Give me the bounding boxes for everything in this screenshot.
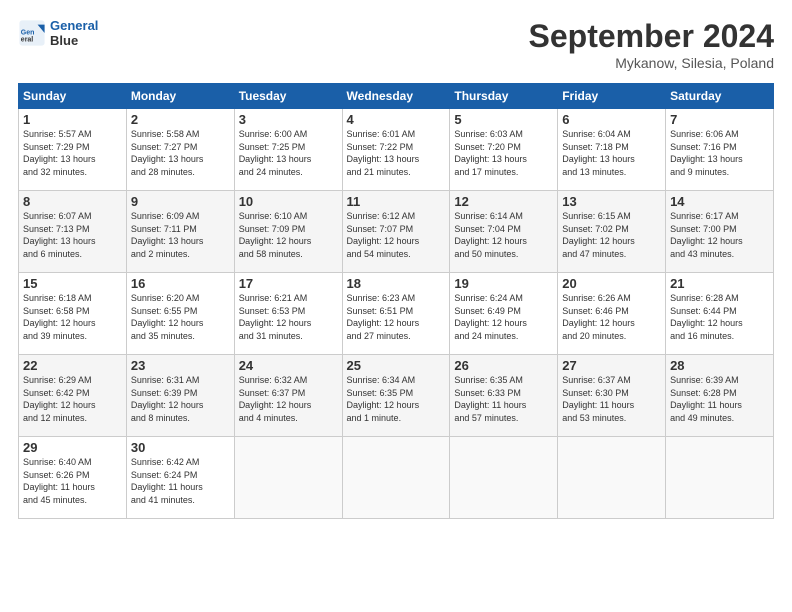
logo: Gen eral General Blue <box>18 18 98 48</box>
col-sunday: Sunday <box>19 84 127 109</box>
table-row: 20Sunrise: 6:26 AMSunset: 6:46 PMDayligh… <box>558 273 666 355</box>
table-row: 3Sunrise: 6:00 AMSunset: 7:25 PMDaylight… <box>234 109 342 191</box>
table-row: 30Sunrise: 6:42 AMSunset: 6:24 PMDayligh… <box>126 437 234 519</box>
table-row: 26Sunrise: 6:35 AMSunset: 6:33 PMDayligh… <box>450 355 558 437</box>
col-monday: Monday <box>126 84 234 109</box>
table-row: 13Sunrise: 6:15 AMSunset: 7:02 PMDayligh… <box>558 191 666 273</box>
table-row: 14Sunrise: 6:17 AMSunset: 7:00 PMDayligh… <box>666 191 774 273</box>
table-row: 24Sunrise: 6:32 AMSunset: 6:37 PMDayligh… <box>234 355 342 437</box>
table-row: 9Sunrise: 6:09 AMSunset: 7:11 PMDaylight… <box>126 191 234 273</box>
logo-text: General Blue <box>50 18 98 48</box>
table-row <box>666 437 774 519</box>
header-row: Sunday Monday Tuesday Wednesday Thursday… <box>19 84 774 109</box>
title-block: September 2024 Mykanow, Silesia, Poland <box>529 18 774 71</box>
table-row: 28Sunrise: 6:39 AMSunset: 6:28 PMDayligh… <box>666 355 774 437</box>
table-row: 2Sunrise: 5:58 AMSunset: 7:27 PMDaylight… <box>126 109 234 191</box>
col-tuesday: Tuesday <box>234 84 342 109</box>
table-row: 27Sunrise: 6:37 AMSunset: 6:30 PMDayligh… <box>558 355 666 437</box>
table-row: 25Sunrise: 6:34 AMSunset: 6:35 PMDayligh… <box>342 355 450 437</box>
table-row: 21Sunrise: 6:28 AMSunset: 6:44 PMDayligh… <box>666 273 774 355</box>
table-row: 15Sunrise: 6:18 AMSunset: 6:58 PMDayligh… <box>19 273 127 355</box>
table-row <box>342 437 450 519</box>
table-row: 16Sunrise: 6:20 AMSunset: 6:55 PMDayligh… <box>126 273 234 355</box>
table-row: 22Sunrise: 6:29 AMSunset: 6:42 PMDayligh… <box>19 355 127 437</box>
table-row: 7Sunrise: 6:06 AMSunset: 7:16 PMDaylight… <box>666 109 774 191</box>
header: Gen eral General Blue September 2024 Myk… <box>18 18 774 71</box>
table-row: 18Sunrise: 6:23 AMSunset: 6:51 PMDayligh… <box>342 273 450 355</box>
table-row: 5Sunrise: 6:03 AMSunset: 7:20 PMDaylight… <box>450 109 558 191</box>
col-friday: Friday <box>558 84 666 109</box>
table-row: 23Sunrise: 6:31 AMSunset: 6:39 PMDayligh… <box>126 355 234 437</box>
table-row: 29Sunrise: 6:40 AMSunset: 6:26 PMDayligh… <box>19 437 127 519</box>
table-row: 10Sunrise: 6:10 AMSunset: 7:09 PMDayligh… <box>234 191 342 273</box>
col-thursday: Thursday <box>450 84 558 109</box>
col-wednesday: Wednesday <box>342 84 450 109</box>
logo-icon: Gen eral <box>18 19 46 47</box>
svg-text:eral: eral <box>21 36 34 43</box>
table-row: 19Sunrise: 6:24 AMSunset: 6:49 PMDayligh… <box>450 273 558 355</box>
table-row <box>234 437 342 519</box>
month-title: September 2024 <box>529 18 774 55</box>
col-saturday: Saturday <box>666 84 774 109</box>
svg-text:Gen: Gen <box>21 29 35 36</box>
table-row: 11Sunrise: 6:12 AMSunset: 7:07 PMDayligh… <box>342 191 450 273</box>
table-row: 8Sunrise: 6:07 AMSunset: 7:13 PMDaylight… <box>19 191 127 273</box>
table-row: 6Sunrise: 6:04 AMSunset: 7:18 PMDaylight… <box>558 109 666 191</box>
table-row: 12Sunrise: 6:14 AMSunset: 7:04 PMDayligh… <box>450 191 558 273</box>
table-row <box>558 437 666 519</box>
table-row <box>450 437 558 519</box>
location-subtitle: Mykanow, Silesia, Poland <box>529 55 774 71</box>
table-row: 17Sunrise: 6:21 AMSunset: 6:53 PMDayligh… <box>234 273 342 355</box>
table-row: 1Sunrise: 5:57 AMSunset: 7:29 PMDaylight… <box>19 109 127 191</box>
calendar-table: Sunday Monday Tuesday Wednesday Thursday… <box>18 83 774 519</box>
page-container: Gen eral General Blue September 2024 Myk… <box>0 0 792 529</box>
table-row: 4Sunrise: 6:01 AMSunset: 7:22 PMDaylight… <box>342 109 450 191</box>
